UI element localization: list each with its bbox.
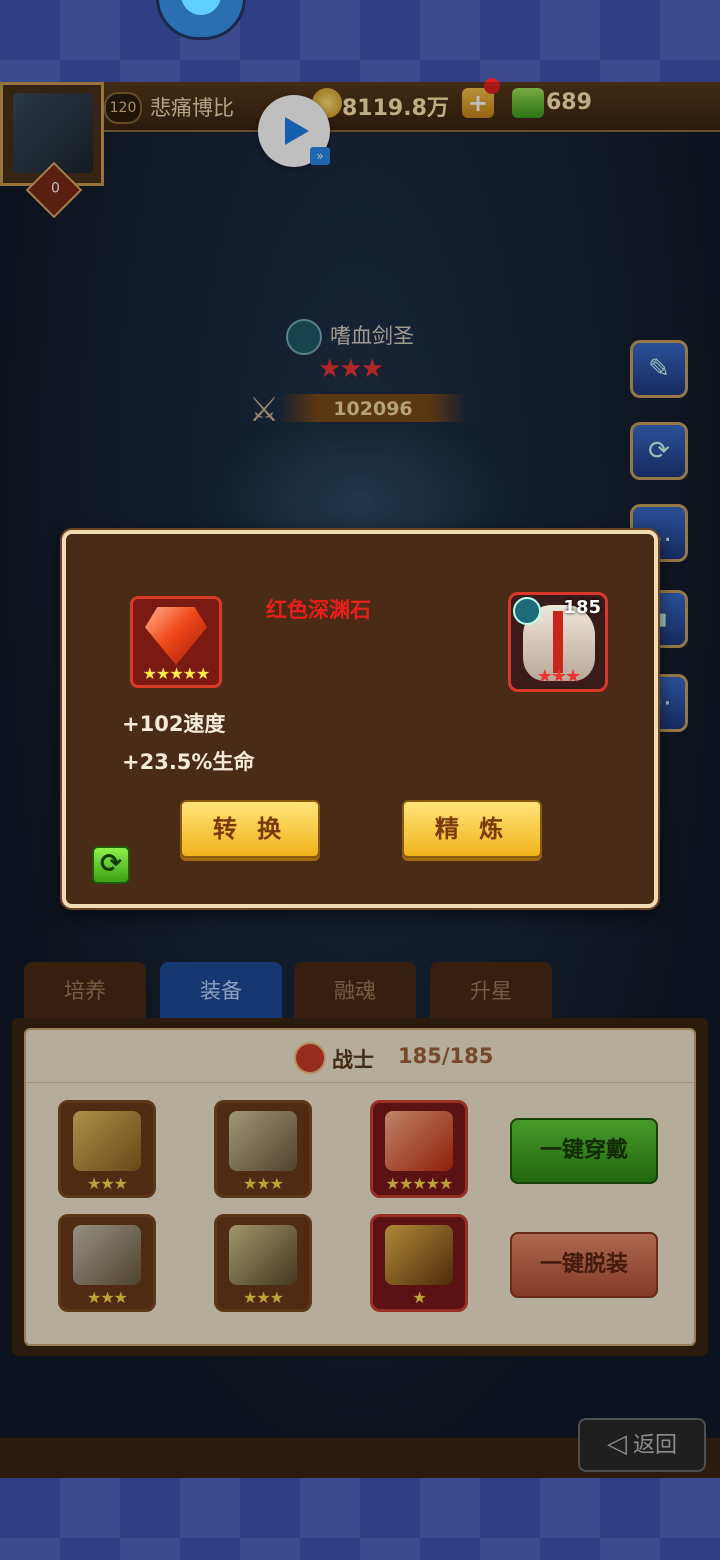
red-gem-icon (145, 607, 207, 665)
stat-life: +23.5%生命 (122, 750, 255, 774)
convert-button[interactable]: 转 换 (180, 800, 320, 858)
gem-dialog: ★★★★★ 红色深渊石 185 ★★★ +102速度 +23.5%生命 转 换 … (62, 530, 658, 908)
dialog-item-slot: ★★★★★ (130, 596, 222, 688)
stat-speed: +102速度 (122, 712, 226, 736)
refine-button[interactable]: 精 炼 (402, 800, 542, 858)
item-name: 红色深渊石 (266, 598, 371, 622)
hero-class-icon (513, 597, 541, 625)
hero-portrait-stars: ★★★ (536, 666, 581, 687)
item-stars: ★★★★★ (142, 664, 211, 683)
mascot-icon (156, 0, 246, 40)
hero-level: 185 (563, 597, 601, 618)
dialog-hero-portrait: 185 ★★★ (508, 592, 608, 692)
top-banner (0, 0, 720, 82)
bottom-banner (0, 1478, 720, 1560)
refresh-icon[interactable]: ⟳ (92, 846, 130, 884)
